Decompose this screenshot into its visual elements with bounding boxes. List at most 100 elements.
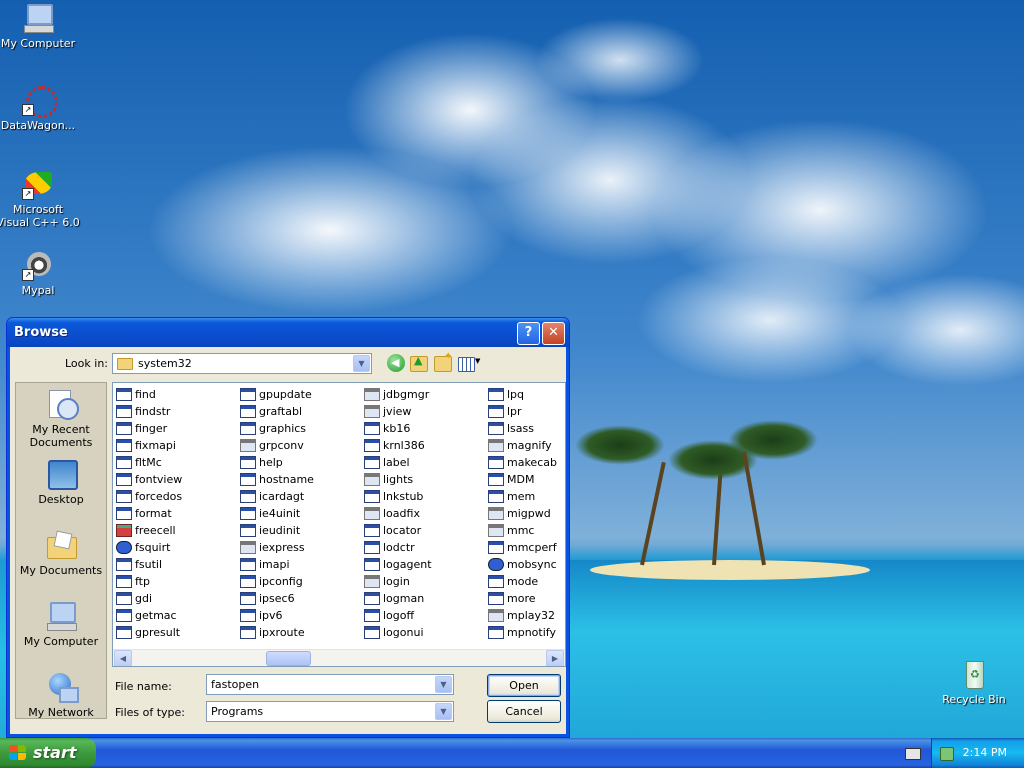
desktop-icon-recycle-bin[interactable]: ♻ Recycle Bin	[932, 658, 1016, 706]
up-folder-icon[interactable]: ▲	[410, 354, 428, 372]
desktop-icon-datawagon[interactable]: ↗ DataWagon...	[0, 84, 80, 132]
scroll-left-icon[interactable]: ◀	[114, 650, 132, 666]
place-desktop[interactable]: Desktop	[16, 458, 106, 506]
file-item[interactable]: gdi	[116, 590, 182, 607]
file-item[interactable]: mem	[488, 488, 557, 505]
program-icon	[364, 507, 380, 520]
file-item[interactable]: findstr	[116, 403, 182, 420]
file-item[interactable]: fsquirt	[116, 539, 182, 556]
new-folder-icon[interactable]: ✦	[434, 351, 452, 372]
file-item-label: icardagt	[259, 490, 305, 503]
file-item[interactable]: mpnotify	[488, 624, 557, 641]
file-item[interactable]: mobsync	[488, 556, 557, 573]
file-item[interactable]: lodctr	[364, 539, 432, 556]
file-item[interactable]: grpconv	[240, 437, 314, 454]
safely-remove-icon[interactable]	[940, 747, 954, 761]
file-item[interactable]: forcedos	[116, 488, 182, 505]
file-item[interactable]: lights	[364, 471, 432, 488]
file-item[interactable]: help	[240, 454, 314, 471]
file-item[interactable]: jview	[364, 403, 432, 420]
close-button[interactable]: ✕	[542, 322, 565, 345]
file-item[interactable]: format	[116, 505, 182, 522]
file-item[interactable]: getmac	[116, 607, 182, 624]
file-item[interactable]: iexpress	[240, 539, 314, 556]
desktop-icon-my-computer[interactable]: My Computer	[0, 2, 80, 50]
look-in-combo[interactable]: system32 ▼	[112, 353, 372, 374]
chevron-down-icon[interactable]: ▼	[435, 703, 452, 720]
file-item[interactable]: ipxroute	[240, 624, 314, 641]
file-item[interactable]: makecab	[488, 454, 557, 471]
desktop-icon-mypal[interactable]: ↗ Mypal	[0, 249, 80, 297]
file-item[interactable]: mmc	[488, 522, 557, 539]
file-item[interactable]: more	[488, 590, 557, 607]
file-item[interactable]: graftabl	[240, 403, 314, 420]
file-item[interactable]: graphics	[240, 420, 314, 437]
file-item[interactable]: logonui	[364, 624, 432, 641]
place-my-network[interactable]: My Network	[16, 671, 106, 719]
file-item-label: mpnotify	[507, 626, 556, 639]
file-item[interactable]: lsass	[488, 420, 557, 437]
file-item[interactable]: label	[364, 454, 432, 471]
file-list[interactable]: find findstr finger fixmapi fltMc fontview for…	[112, 382, 566, 667]
help-button[interactable]: ?	[517, 322, 540, 345]
keyboard-icon[interactable]	[905, 748, 921, 760]
file-item[interactable]: krnl386	[364, 437, 432, 454]
file-item[interactable]: locator	[364, 522, 432, 539]
file-item[interactable]: lnkstub	[364, 488, 432, 505]
file-name-combo[interactable]: fastopen ▼	[206, 674, 454, 695]
file-item[interactable]: imapi	[240, 556, 314, 573]
file-item[interactable]: ieudinit	[240, 522, 314, 539]
file-item[interactable]: jdbgmgr	[364, 386, 432, 403]
file-item[interactable]: ipsec6	[240, 590, 314, 607]
file-item[interactable]: kb16	[364, 420, 432, 437]
file-item[interactable]: logagent	[364, 556, 432, 573]
file-item[interactable]: loadfix	[364, 505, 432, 522]
dialog-titlebar[interactable]: Browse ? ✕	[7, 318, 569, 347]
file-item[interactable]: freecell	[116, 522, 182, 539]
file-item[interactable]: gpupdate	[240, 386, 314, 403]
chevron-down-icon[interactable]: ▼	[475, 357, 480, 365]
file-item[interactable]: fsutil	[116, 556, 182, 573]
file-item[interactable]: finger	[116, 420, 182, 437]
file-item[interactable]: logoff	[364, 607, 432, 624]
file-item[interactable]: logman	[364, 590, 432, 607]
file-item[interactable]: ie4uinit	[240, 505, 314, 522]
place-recent-documents[interactable]: My Recent Documents	[16, 388, 106, 449]
file-item[interactable]: ipv6	[240, 607, 314, 624]
file-item[interactable]: fontview	[116, 471, 182, 488]
place-my-computer[interactable]: My Computer	[16, 600, 106, 648]
desktop-icon-visual-cpp[interactable]: ↗ Microsoft Visual C++ 6.0	[0, 168, 80, 229]
cancel-button[interactable]: Cancel	[487, 700, 561, 723]
file-name-value[interactable]: fastopen	[211, 678, 259, 691]
file-item[interactable]: find	[116, 386, 182, 403]
file-item[interactable]: migpwd	[488, 505, 557, 522]
view-menu-icon[interactable]	[458, 357, 475, 372]
scroll-right-icon[interactable]: ▶	[546, 650, 564, 666]
start-button[interactable]: start	[0, 738, 96, 768]
back-icon[interactable]: ◀	[387, 354, 405, 372]
files-of-type-combo[interactable]: Programs ▼	[206, 701, 454, 722]
file-item-label: makecab	[507, 456, 557, 469]
place-my-documents[interactable]: My Documents	[16, 529, 106, 577]
file-item[interactable]: mode	[488, 573, 557, 590]
file-item[interactable]: mmcperf	[488, 539, 557, 556]
file-item[interactable]: icardagt	[240, 488, 314, 505]
file-item[interactable]: fltMc	[116, 454, 182, 471]
file-item[interactable]: lpq	[488, 386, 557, 403]
file-item[interactable]: fixmapi	[116, 437, 182, 454]
file-item[interactable]: ftp	[116, 573, 182, 590]
file-item[interactable]: gpresult	[116, 624, 182, 641]
program-icon	[488, 422, 504, 435]
chevron-down-icon[interactable]: ▼	[353, 355, 370, 372]
file-item[interactable]: lpr	[488, 403, 557, 420]
horizontal-scrollbar[interactable]: ◀ ▶	[113, 649, 565, 666]
scroll-thumb[interactable]	[266, 651, 311, 666]
chevron-down-icon[interactable]: ▼	[435, 676, 452, 693]
open-button[interactable]: Open	[487, 674, 561, 697]
file-item[interactable]: MDM	[488, 471, 557, 488]
file-item[interactable]: magnify	[488, 437, 557, 454]
file-item[interactable]: hostname	[240, 471, 314, 488]
file-item[interactable]: login	[364, 573, 432, 590]
file-item[interactable]: mplay32	[488, 607, 557, 624]
file-item[interactable]: ipconfig	[240, 573, 314, 590]
